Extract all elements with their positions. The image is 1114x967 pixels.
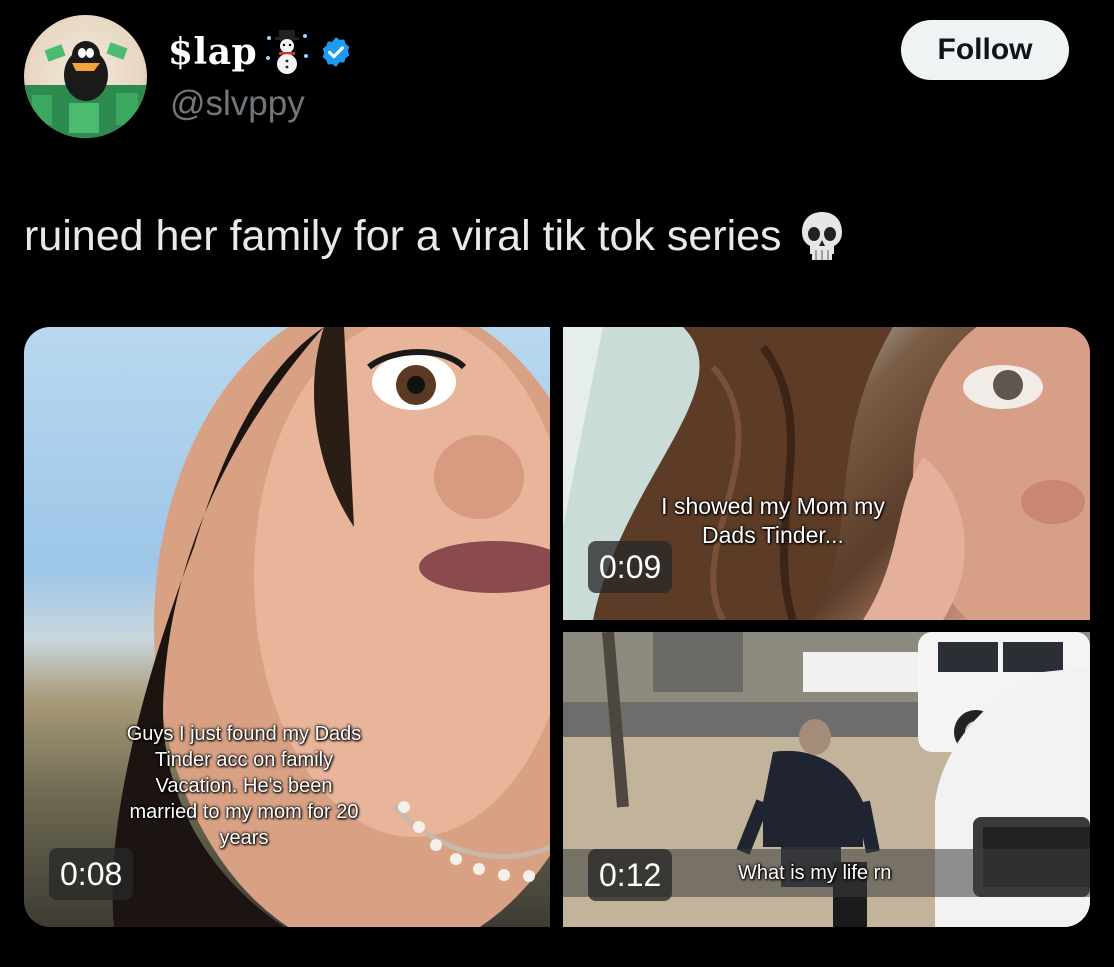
caption-line: Tinder acc on family <box>154 749 334 771</box>
snowman-emoji-icon <box>266 30 309 74</box>
skull-emoji-icon <box>801 212 842 260</box>
caption-line: married to my mom for 20 <box>129 801 359 823</box>
avatar[interactable] <box>24 15 147 138</box>
video-thumbnail-1[interactable]: Guys I just found my Dads Tinder acc on … <box>24 327 550 927</box>
video-1-duration: 0:08 <box>49 848 134 900</box>
caption-line: years <box>219 827 269 849</box>
tweet-text: ruined her family for a viral tik tok se… <box>24 211 782 260</box>
video-thumbnail-2[interactable]: I showed my Mom my Dads Tinder... 0:09 <box>563 327 1090 620</box>
video-2-duration: 0:09 <box>588 541 673 593</box>
user-name-row: $lap <box>168 28 353 76</box>
video-1-caption: Guys I just found my Dads Tinder acc on … <box>104 721 384 851</box>
tweet-text-row: ruined her family for a viral tik tok se… <box>24 210 846 262</box>
media-grid: Guys I just found my Dads Tinder acc on … <box>24 327 1090 927</box>
verified-badge-icon <box>322 37 350 67</box>
user-handle[interactable]: @slvppy <box>170 84 305 124</box>
caption-line: Guys I just found my Dads <box>126 723 362 745</box>
caption-line: Vacation. He's been <box>155 775 333 797</box>
video-3-caption: What is my life rn <box>738 862 892 884</box>
avatar-cartoon-duck-icon <box>24 41 147 138</box>
video-thumbnail-3[interactable]: What is my life rn 0:12 <box>563 632 1090 927</box>
follow-button[interactable]: Follow <box>901 20 1069 80</box>
display-name[interactable]: $lap <box>168 31 257 73</box>
caption-line: I showed my Mom my <box>661 493 885 519</box>
video-3-duration: 0:12 <box>588 849 673 901</box>
